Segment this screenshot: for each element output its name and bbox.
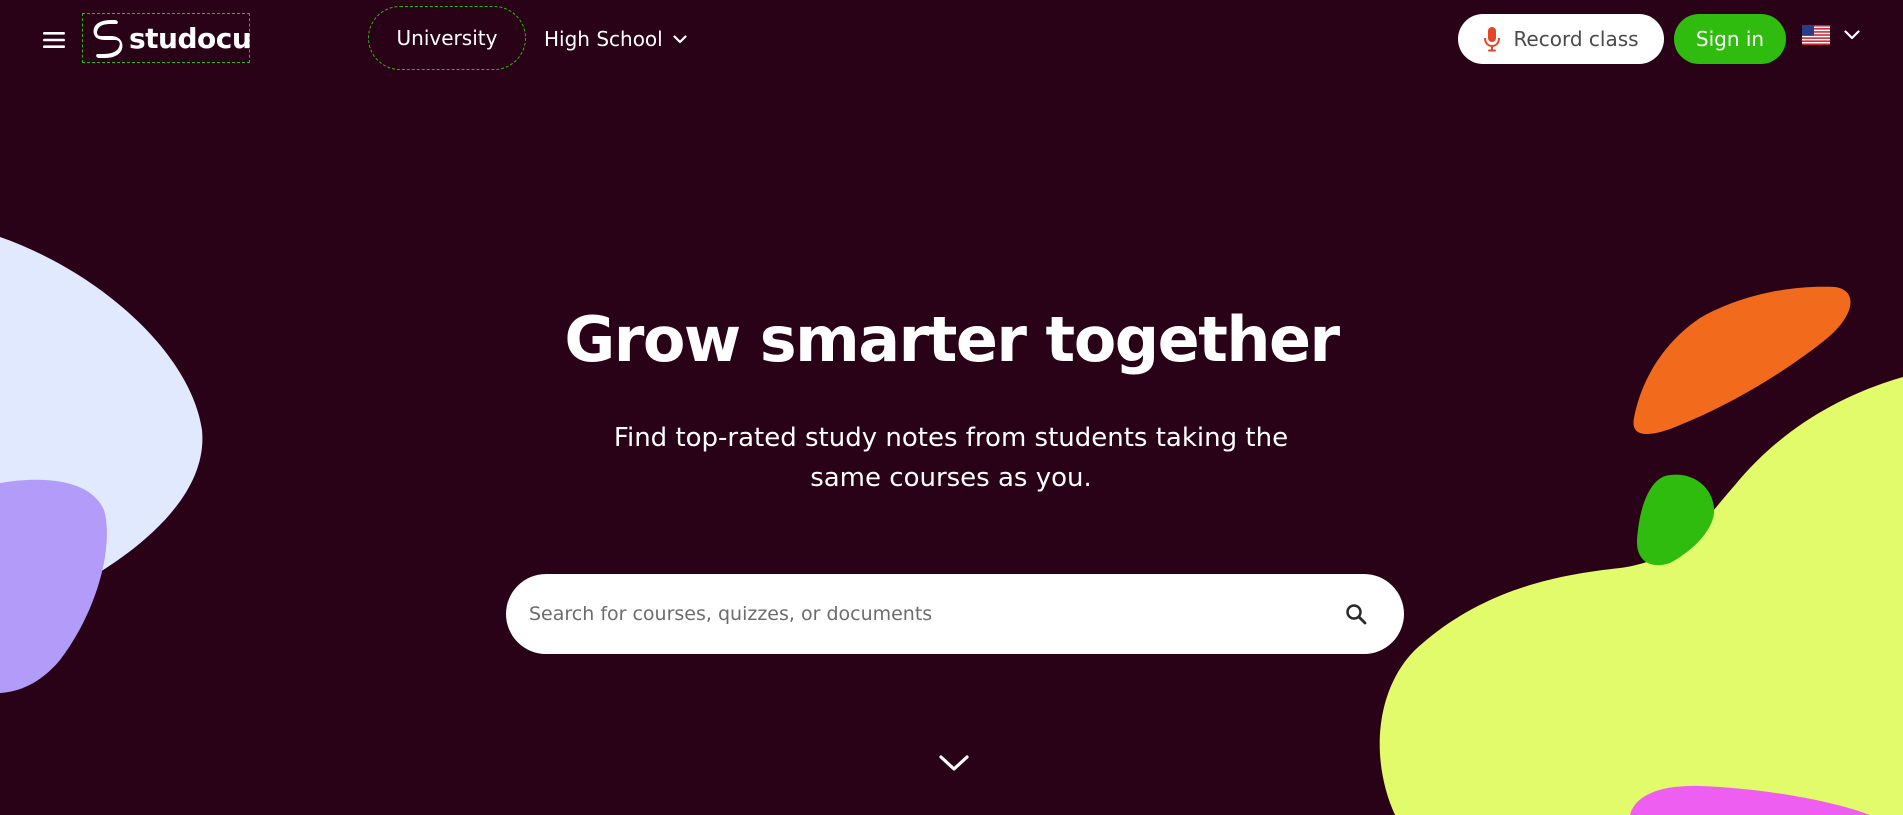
- scroll-down-button[interactable]: [934, 748, 974, 778]
- record-class-button[interactable]: Record class: [1458, 14, 1664, 64]
- nav-university-tab[interactable]: University: [368, 6, 526, 70]
- hamburger-menu-button[interactable]: [40, 27, 68, 53]
- nav-high-school-dropdown[interactable]: High School: [544, 24, 687, 54]
- search-input[interactable]: [527, 593, 1340, 635]
- chevron-down-icon: [1844, 30, 1860, 40]
- hero-title: Grow smarter together: [564, 303, 1340, 376]
- chevron-down-icon: [939, 755, 969, 771]
- language-selector[interactable]: [1802, 25, 1860, 45]
- search-icon: [1346, 604, 1367, 625]
- studocu-logo-icon: [89, 18, 125, 58]
- sign-in-label: Sign in: [1695, 27, 1765, 51]
- purple-blob: [0, 479, 107, 693]
- us-flag-icon: [1802, 25, 1830, 45]
- lime-blob: [1379, 377, 1903, 815]
- decorative-blobs: [0, 237, 1903, 815]
- record-class-label: Record class: [1513, 27, 1639, 51]
- microphone-icon: [1484, 27, 1501, 52]
- search-button[interactable]: [1340, 598, 1372, 630]
- page: studocu University High School Record cl…: [0, 0, 1903, 815]
- studocu-logo-link[interactable]: studocu: [82, 13, 252, 63]
- top-navigation-bar: studocu University High School Record cl…: [0, 0, 1903, 80]
- search-bar: [506, 574, 1404, 654]
- nav-university-label: University: [396, 26, 498, 50]
- hero-subtitle: Find top-rated study notes from students…: [613, 423, 1289, 493]
- nav-high-school-label: High School: [544, 27, 663, 51]
- logo-text: studocu: [129, 21, 252, 55]
- sign-in-button[interactable]: Sign in: [1674, 14, 1786, 64]
- chevron-down-icon: [673, 34, 687, 43]
- hamburger-menu-icon: [43, 32, 65, 48]
